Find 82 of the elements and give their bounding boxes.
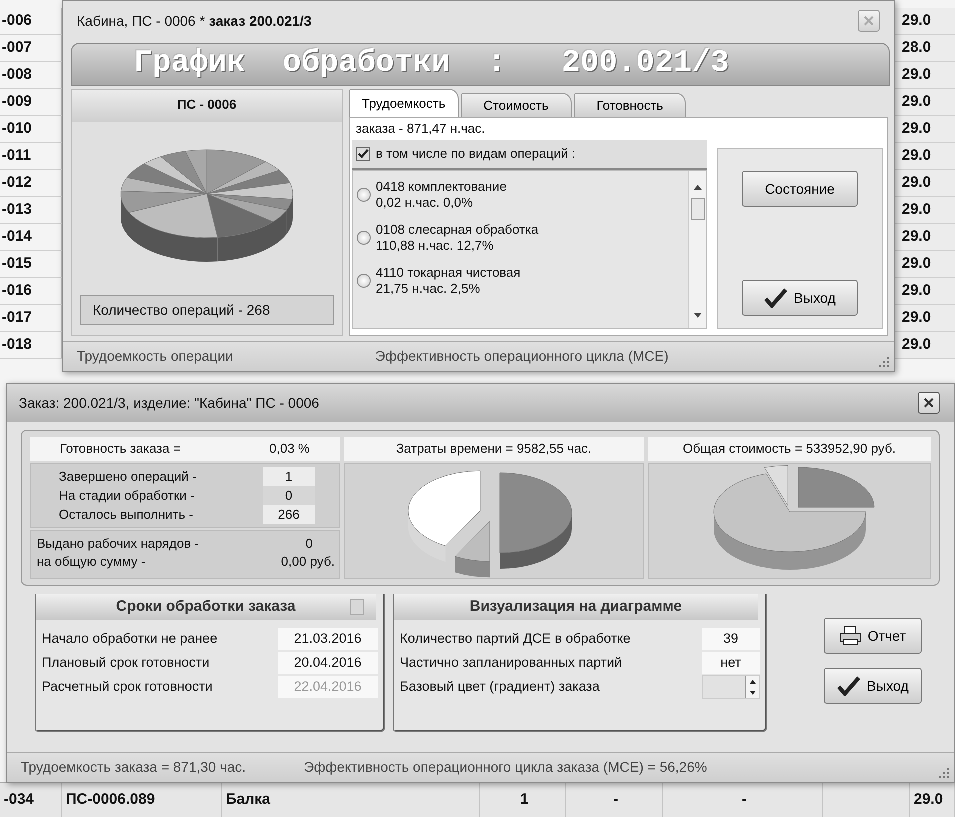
- status-text: Эффективность операционного цикла заказа (МСЕ) = 56,26%: [304, 758, 708, 777]
- report-button[interactable]: Отчет: [824, 618, 922, 654]
- radio-button[interactable]: [357, 230, 371, 244]
- status-text: Эффективность операционного цикла (МСЕ): [375, 347, 669, 366]
- exit-button[interactable]: Выход: [742, 280, 858, 316]
- resize-grip-icon[interactable]: [936, 765, 950, 779]
- printer-icon: [840, 626, 862, 646]
- field-label: на общую сумму -: [37, 553, 146, 572]
- field-label: Количество партий ДСЕ в обработке: [400, 630, 631, 648]
- resize-grip-icon[interactable]: [876, 354, 890, 368]
- tab[interactable]: Готовность: [574, 93, 686, 117]
- status-text: Трудоемкость операции: [77, 347, 234, 366]
- table-cell: 29.0: [893, 8, 955, 34]
- exit-button[interactable]: Выход: [824, 668, 922, 704]
- operation-name: 0418 комплектование: [376, 178, 507, 194]
- operation-name: 4110 токарная чистовая: [376, 264, 521, 280]
- close-icon: [923, 397, 935, 409]
- group-heading: Визуализация на диаграмме: [470, 596, 682, 617]
- table-cell: 29.0: [893, 143, 955, 169]
- table-cell: 28.0: [893, 35, 955, 61]
- table-cell: 29.0: [893, 197, 955, 223]
- arrow-up-icon[interactable]: [694, 185, 702, 190]
- table-cell: 29.0: [893, 278, 955, 304]
- field-label: Начало обработки не ранее: [42, 630, 218, 648]
- radio-button[interactable]: [357, 188, 371, 202]
- field-label: Частично запланированных партий: [400, 654, 622, 672]
- field-label: Выдано рабочих нарядов -: [37, 535, 200, 554]
- value-field: 266: [263, 504, 315, 524]
- operation-value: 110,88 н.час. 12,7%: [376, 238, 495, 254]
- field-label: Осталось выполнить -: [59, 506, 194, 524]
- readiness-value: 0,03 %: [270, 440, 310, 458]
- table-cell: 29.0: [893, 170, 955, 196]
- table-cell: 29.0: [893, 251, 955, 277]
- checkbox[interactable]: [350, 599, 364, 615]
- field-label: Расчетный срок готовности: [42, 678, 213, 696]
- cost-heading: Общая стоимость = 533952,90 руб.: [648, 437, 931, 461]
- field-label: На стадии обработки -: [59, 486, 195, 505]
- value-field: 0: [263, 486, 315, 506]
- table-cell: 29.0: [893, 116, 955, 142]
- operation-name: 0108 слесарная обработка: [376, 222, 539, 238]
- value-field: 1: [263, 466, 315, 486]
- arrow-down-icon[interactable]: [694, 313, 702, 318]
- radio-button[interactable]: [357, 274, 371, 288]
- operations-count: Количество операций - 268: [80, 295, 334, 325]
- operation-value: 0,02 н.час. 0,0%: [376, 194, 474, 210]
- operation-value: 21,75 н.час. 2,5%: [376, 280, 482, 296]
- close-button[interactable]: [918, 392, 940, 414]
- table-cell: 29.0: [893, 305, 955, 331]
- date-field[interactable]: 21.03.2016: [278, 628, 378, 650]
- status-button[interactable]: Состояние: [742, 171, 858, 207]
- table-cell: 29.0: [893, 89, 955, 115]
- field-label: Завершено операций -: [59, 468, 197, 486]
- table-cell: 29.0: [893, 224, 955, 250]
- field-label: Базовый цвет (градиент) заказа: [400, 678, 600, 696]
- field-label: Плановый срок готовности: [42, 654, 210, 672]
- table-cell: 29.0: [893, 62, 955, 88]
- scrollbar[interactable]: [688, 171, 706, 328]
- status-text: Трудоемкость заказа = 871,30 час.: [21, 758, 246, 777]
- panel-heading: ПС - 0006: [72, 90, 342, 122]
- chart-banner: График обработки : 200.021/3: [71, 43, 890, 86]
- table-cell: 29.0: [893, 332, 955, 358]
- color-spinner[interactable]: [702, 675, 760, 699]
- checkmark-icon: [837, 676, 862, 696]
- value-field: нет: [702, 652, 760, 674]
- window-title: Заказ: 200.021/3, изделие: "Кабина" ПС - 0006: [19, 394, 320, 413]
- scrollbar-thumb[interactable]: [690, 198, 704, 220]
- value-text: 0: [306, 535, 313, 554]
- checkbox-label: в том числе по видам операций :: [376, 145, 576, 164]
- time-heading: Затраты времени = 9582,55 час.: [344, 437, 644, 461]
- date-field: 22.04.2016: [278, 676, 378, 698]
- group-heading: Сроки обработки заказа: [116, 596, 296, 617]
- order-total: заказа - 871,47 н.час.: [355, 120, 486, 138]
- date-field[interactable]: 20.04.2016: [278, 652, 378, 674]
- readiness-label: Готовность заказа =: [60, 440, 181, 458]
- checkbox[interactable]: [356, 147, 370, 161]
- tab[interactable]: Стоимость: [460, 93, 572, 117]
- tab[interactable]: Трудоемкость: [349, 89, 459, 117]
- value-text: 0,00 руб.: [281, 553, 335, 572]
- value-field: 39: [702, 628, 760, 650]
- window-title: Кабина, ПС - 0006 *заказ 200.021/3: [77, 12, 312, 30]
- checkmark-icon: [764, 288, 788, 308]
- close-icon: [863, 15, 875, 27]
